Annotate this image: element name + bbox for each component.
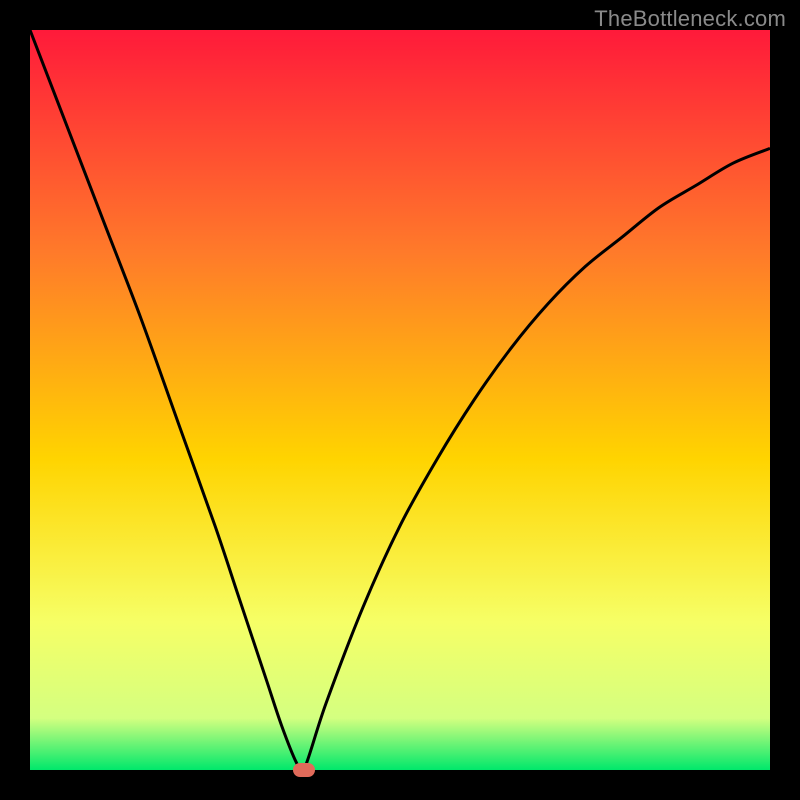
optimal-point-marker — [293, 763, 315, 777]
chart-frame — [30, 30, 770, 770]
watermark-text: TheBottleneck.com — [594, 6, 786, 32]
chart-background-gradient — [30, 30, 770, 770]
chart-plot — [30, 30, 770, 770]
